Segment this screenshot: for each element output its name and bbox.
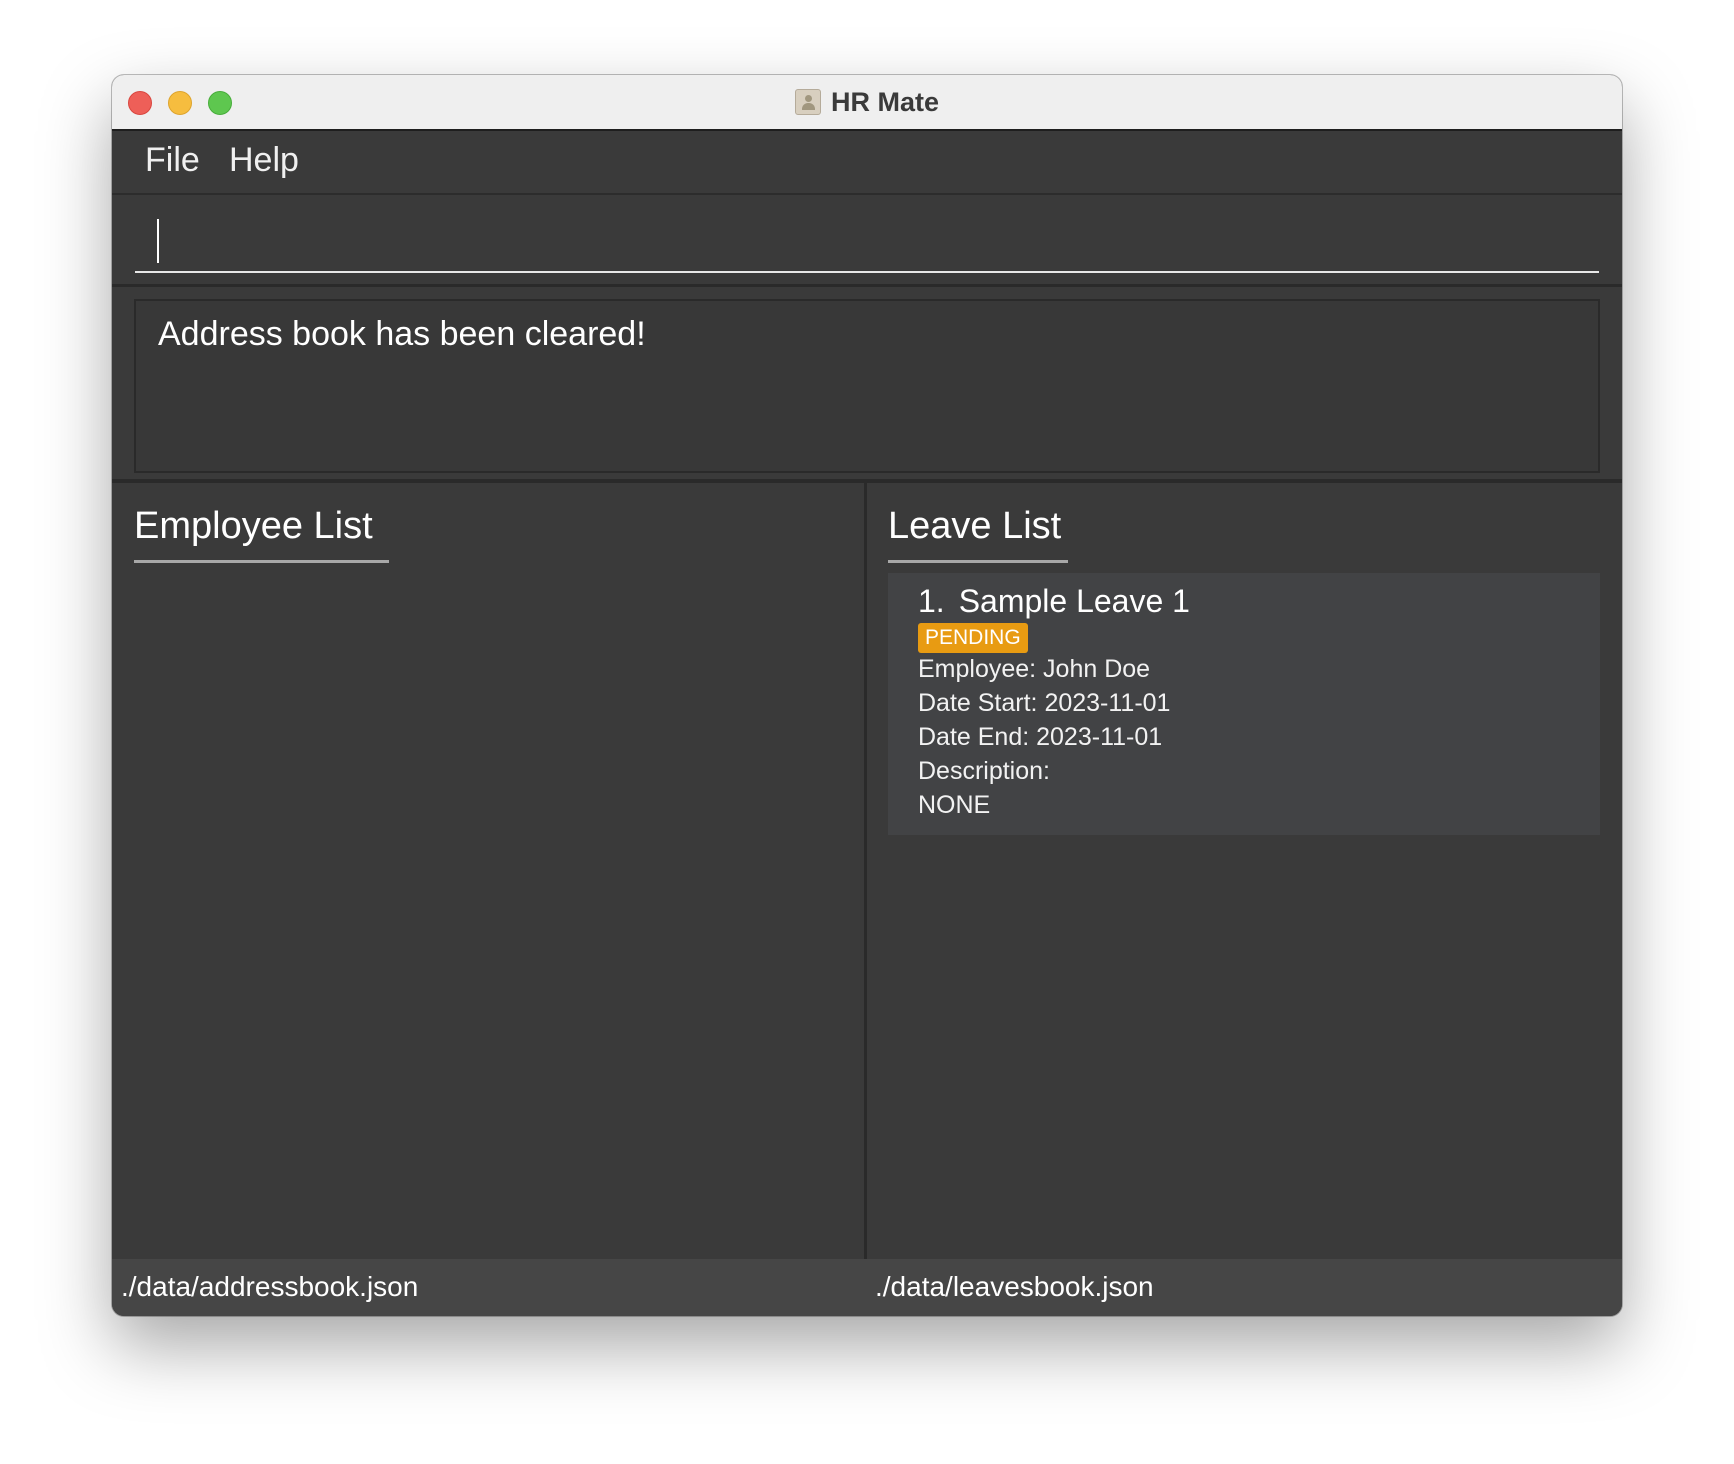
menu-file[interactable]: File bbox=[145, 141, 200, 180]
window-title: HR Mate bbox=[830, 86, 939, 117]
menu-help[interactable]: Help bbox=[229, 141, 299, 180]
leave-list-title: Leave List bbox=[888, 505, 1062, 547]
app-window: HR Mate File Help Address book has been … bbox=[112, 75, 1622, 1316]
leave-description-label: Description: bbox=[918, 757, 1050, 785]
leave-list-underline bbox=[888, 560, 1068, 563]
result-display-area: Address book has been cleared! bbox=[112, 287, 1622, 483]
employee-list-title: Employee List bbox=[134, 505, 373, 547]
status-bar: ./data/addressbook.json ./data/leavesboo… bbox=[112, 1259, 1622, 1316]
result-message: Address book has been cleared! bbox=[158, 315, 646, 353]
leave-employee: Employee: John Doe bbox=[918, 655, 1151, 683]
title-bar[interactable]: HR Mate bbox=[112, 75, 1622, 131]
leavesbook-path: ./data/leavesbook.json bbox=[875, 1271, 1154, 1302]
menu-bar: File Help bbox=[112, 131, 1622, 195]
employee-list-underline bbox=[134, 560, 389, 563]
leave-date-end: Date End: 2023-11-01 bbox=[918, 723, 1163, 751]
leave-index: 1. bbox=[918, 583, 945, 619]
app-icon bbox=[794, 89, 821, 115]
leave-card-header: 1. Sample Leave 1 bbox=[918, 583, 1190, 620]
window-title-group: HR Mate bbox=[112, 75, 1622, 129]
list-panels: Employee List Leave List 1. Sample Leave … bbox=[112, 483, 1622, 1259]
addressbook-path: ./data/addressbook.json bbox=[121, 1271, 419, 1302]
panel-divider[interactable] bbox=[864, 483, 867, 1259]
leave-description: NONE bbox=[918, 791, 991, 819]
status-badge: PENDING bbox=[918, 623, 1028, 653]
command-input[interactable] bbox=[135, 207, 1599, 273]
result-display: Address book has been cleared! bbox=[134, 299, 1600, 473]
leave-title: Sample Leave 1 bbox=[958, 583, 1190, 619]
text-caret bbox=[157, 219, 159, 263]
leave-date-start: Date Start: 2023-11-01 bbox=[918, 689, 1171, 717]
command-box bbox=[112, 195, 1622, 287]
leave-card[interactable]: 1. Sample Leave 1 PENDING Employee: John … bbox=[888, 573, 1600, 835]
